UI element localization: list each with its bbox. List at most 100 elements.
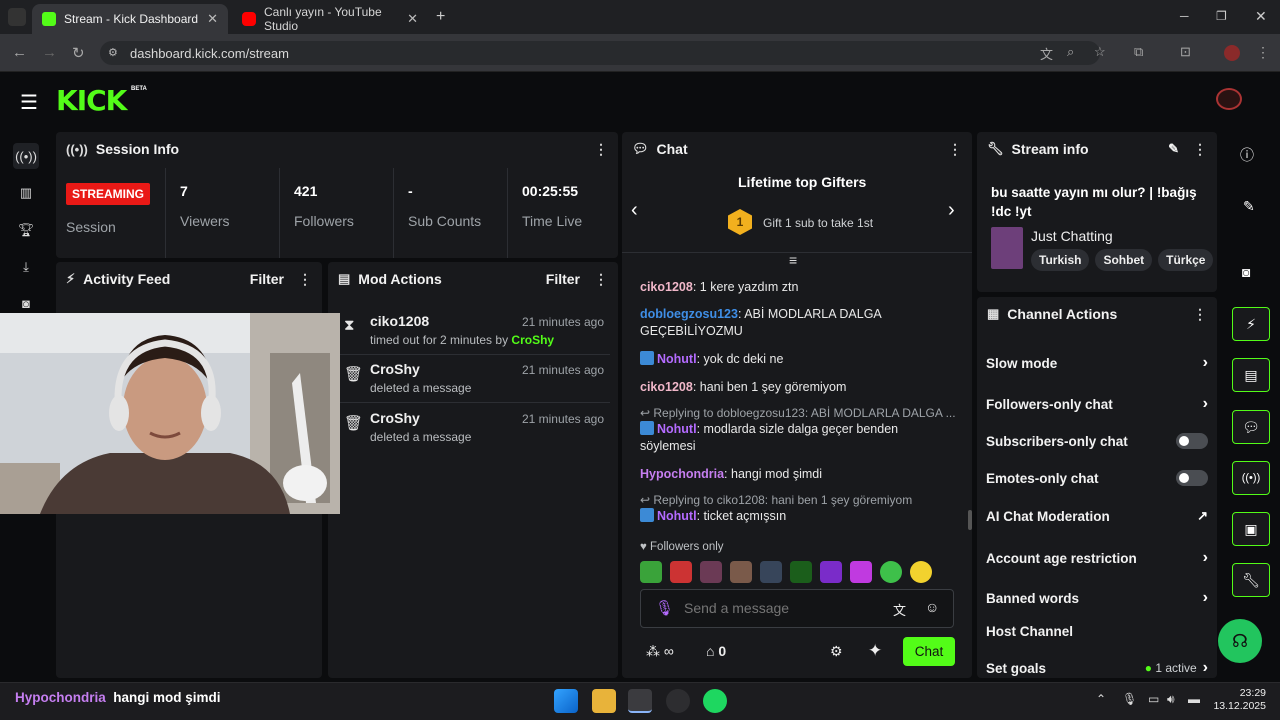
close-tab-icon[interactable]: ✕: [207, 11, 218, 27]
gifters-next-icon[interactable]: ›: [948, 199, 955, 222]
tab-youtube-studio[interactable]: Canlı yayın - YouTube Studio ✕: [232, 4, 428, 34]
address-bar[interactable]: dashboard.kick.com/stream: [100, 41, 1100, 65]
forward-icon[interactable]: →: [42, 44, 57, 61]
reply-context[interactable]: ↩ Replying to dobloegzosu123: ABİ MODLAR…: [640, 405, 956, 422]
chrome-taskbar-icon[interactable]: [628, 689, 652, 713]
new-tab-icon[interactable]: +: [436, 8, 445, 26]
site-info-icon[interactable]: ⚙: [108, 46, 118, 59]
profile-avatar[interactable]: [1224, 45, 1240, 61]
rail-chat-button[interactable]: 💬︎: [1232, 410, 1270, 444]
translate-icon[interactable]: 文: [1040, 44, 1053, 63]
activity-menu-icon[interactable]: ⋮: [298, 271, 312, 288]
gift-sub-cta[interactable]: Gift 1 sub to take 1st: [763, 216, 873, 230]
emoji-icon[interactable]: ☺: [925, 599, 939, 615]
info-icon[interactable]: ⓘ: [1240, 145, 1254, 165]
spotify-taskbar-icon[interactable]: [703, 689, 727, 713]
hamburger-menu-icon[interactable]: ☰: [20, 90, 38, 115]
rail-activity-button[interactable]: ⚡︎: [1232, 307, 1270, 341]
emote-pepe[interactable]: [640, 561, 662, 583]
rail-session-button[interactable]: ((•)): [1232, 461, 1270, 495]
tab-search-icon[interactable]: [8, 8, 26, 26]
tray-battery-icon[interactable]: ▬: [1188, 692, 1200, 706]
subscribers-only-toggle[interactable]: [1176, 433, 1208, 449]
minimize-icon[interactable]: ─: [1180, 9, 1189, 23]
chat-username[interactable]: Nohutl: [657, 422, 697, 436]
predictions-icon[interactable]: ✦: [868, 641, 882, 661]
chat-scrollbar[interactable]: [968, 510, 972, 530]
emote-faces[interactable]: [730, 561, 752, 583]
send-chat-button[interactable]: Chat: [903, 637, 955, 666]
emote-bars[interactable]: [790, 561, 812, 583]
nav-stream-icon[interactable]: ((•)): [13, 143, 39, 169]
obs-taskbar-icon[interactable]: [666, 689, 690, 713]
chat-username[interactable]: Nohutl: [657, 509, 697, 523]
start-menu-icon[interactable]: [554, 689, 578, 713]
nav-analytics-icon[interactable]: ▥: [13, 180, 39, 206]
emote-brush[interactable]: [760, 561, 782, 583]
category-name[interactable]: Just Chatting: [1031, 228, 1113, 244]
edit-stream-icon[interactable]: ✎: [1168, 141, 1179, 157]
followers-only-row[interactable]: Followers-only chat ›: [986, 395, 1208, 413]
microphone-icon[interactable]: 🎙︎: [655, 599, 674, 617]
chat-username[interactable]: ciko1208: [640, 380, 693, 394]
chat-settings-icon[interactable]: ⚙: [830, 643, 843, 660]
pinned-collapse-icon[interactable]: ≡: [789, 252, 797, 268]
translate-chat-icon[interactable]: 文: [893, 600, 906, 619]
host-channel-row[interactable]: Host Channel: [986, 624, 1208, 639]
camera-icon[interactable]: ◙: [1242, 264, 1250, 280]
rail-mod-actions-button[interactable]: ▤: [1232, 358, 1270, 392]
activity-filter-button[interactable]: Filter: [250, 271, 284, 287]
mod-filter-button[interactable]: Filter: [546, 271, 580, 287]
file-explorer-icon[interactable]: [592, 689, 616, 713]
tag-pill[interactable]: Turkish: [1031, 249, 1090, 271]
reload-icon[interactable]: ↻: [72, 44, 85, 62]
reply-context[interactable]: ↩ Replying to ciko1208: hani ben 1 şey g…: [640, 492, 956, 509]
emotes-only-toggle[interactable]: [1176, 470, 1208, 486]
gifters-prev-icon[interactable]: ‹: [631, 199, 638, 222]
chat-username[interactable]: Hypochondria: [640, 467, 724, 481]
category-thumbnail[interactable]: [991, 227, 1023, 269]
mod-user-link[interactable]: CroShy: [370, 361, 420, 377]
account-age-row[interactable]: Account age restriction ›: [986, 549, 1208, 567]
zoom-icon[interactable]: ⌕: [1067, 44, 1074, 60]
mod-menu-icon[interactable]: ⋮: [594, 271, 608, 288]
browser-menu-icon[interactable]: ⋮: [1256, 44, 1270, 61]
maximize-icon[interactable]: ❐: [1216, 9, 1227, 23]
ai-moderation-row[interactable]: AI Chat Moderation ↗: [986, 508, 1208, 524]
chat-message-input[interactable]: [684, 596, 874, 620]
tray-volume-icon[interactable]: 🔊︎: [1167, 692, 1175, 707]
tray-mic-icon[interactable]: 🎙︎: [1122, 692, 1137, 706]
banned-words-row[interactable]: Banned words ›: [986, 589, 1208, 607]
session-menu-icon[interactable]: ⋮: [594, 141, 608, 158]
user-avatar[interactable]: [1216, 88, 1242, 110]
tray-chevron-up-icon[interactable]: ⌃: [1096, 692, 1106, 706]
emote-face[interactable]: [700, 561, 722, 583]
kick-logo[interactable]: KICK: [56, 84, 127, 117]
emote-red[interactable]: [670, 561, 692, 583]
emote-green-face[interactable]: [880, 561, 902, 583]
screen-capture-icon[interactable]: ⊡: [1180, 44, 1191, 60]
chat-username[interactable]: dobloegzosu123: [640, 307, 738, 321]
tag-pill[interactable]: Türkçe: [1158, 249, 1214, 271]
stream-info-menu-icon[interactable]: ⋮: [1193, 141, 1207, 158]
emote-yellow-face[interactable]: [910, 561, 932, 583]
back-icon[interactable]: ←: [12, 44, 27, 61]
points-infinity-icon[interactable]: ⁂ ∞: [646, 643, 674, 660]
mod-user-link[interactable]: ciko1208: [370, 313, 429, 329]
channel-actions-menu-icon[interactable]: ⋮: [1193, 306, 1207, 323]
close-window-icon[interactable]: ✕: [1255, 8, 1267, 25]
chat-username[interactable]: ciko1208: [640, 280, 693, 294]
emote-purple[interactable]: [820, 561, 842, 583]
rail-stream-info-button[interactable]: 🔧︎: [1232, 563, 1270, 597]
tag-pill[interactable]: Sohbet: [1095, 249, 1153, 271]
nav-trophy-icon[interactable]: 🏆︎: [13, 217, 39, 243]
support-headset-icon[interactable]: ☊: [1218, 619, 1262, 663]
extensions-icon[interactable]: ⧉: [1134, 44, 1143, 60]
bookmark-star-icon[interactable]: ☆: [1094, 44, 1106, 60]
taskbar-clock[interactable]: 23:29 13.12.2025: [1212, 687, 1266, 713]
set-goals-row[interactable]: Set goals ● 1 active ›: [986, 659, 1208, 677]
edit-icon[interactable]: ✎: [1243, 198, 1255, 215]
tab-kick-dashboard[interactable]: Stream - Kick Dashboard ✕: [32, 4, 228, 34]
tray-network-icon[interactable]: ▭: [1148, 692, 1159, 706]
mod-user-link[interactable]: CroShy: [370, 410, 420, 426]
